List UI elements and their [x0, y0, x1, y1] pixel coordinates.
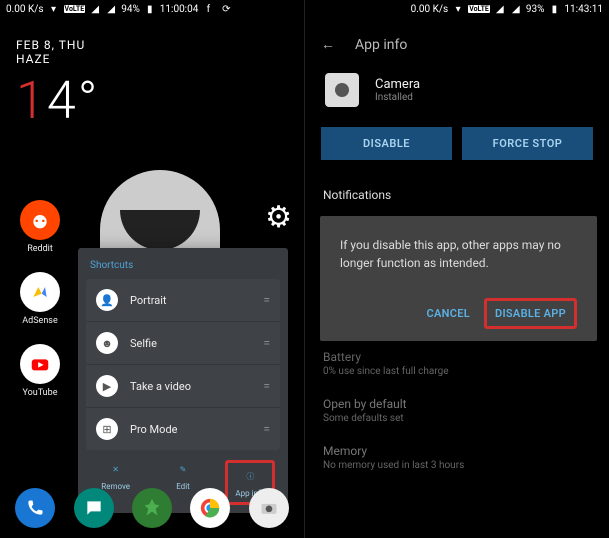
app-header: Camera Installed: [305, 57, 609, 127]
action-buttons: DISABLE FORCE STOP: [305, 127, 609, 178]
battery-percent: 94%: [121, 4, 140, 15]
date-line2: HAZE: [16, 52, 288, 66]
clock: 11:43:11: [564, 4, 603, 15]
disable-app-button[interactable]: DISABLE APP: [484, 298, 577, 329]
app-youtube[interactable]: YouTube: [20, 344, 60, 398]
force-stop-button[interactable]: FORCE STOP: [462, 127, 593, 160]
signal-icon: ◢: [89, 3, 101, 15]
pencil-icon: ✎: [174, 460, 192, 478]
network-speed: 0.00 K/s: [411, 4, 449, 15]
person-icon: 👤: [96, 289, 118, 311]
battery-icon: ▮: [548, 3, 560, 15]
face-icon: ☻: [96, 332, 118, 354]
drag-handle-icon[interactable]: =: [263, 422, 270, 436]
date-widget[interactable]: FEB 8, THU HAZE: [0, 18, 304, 70]
shortcut-list: 👤 Portrait = ☻ Selfie = ▶ Take a video =…: [86, 279, 280, 450]
drag-handle-icon[interactable]: =: [263, 379, 270, 393]
shortcuts-popup: Shortcuts 👤 Portrait = ☻ Selfie = ▶ Take…: [78, 248, 288, 513]
section-notifications[interactable]: Notifications: [305, 178, 609, 212]
volte-badge: VoLTE: [468, 5, 490, 13]
app-reddit[interactable]: Reddit: [20, 200, 60, 254]
grid-icon: ⊞: [96, 418, 118, 440]
wifi-icon: ▾: [48, 3, 60, 15]
app-label: AdSense: [22, 316, 57, 326]
section-open-by-default[interactable]: Open by defaultSome defaults set: [305, 387, 609, 434]
camera-app-icon[interactable]: [249, 488, 289, 528]
home-apps: Reddit AdSense YouTube: [10, 200, 70, 398]
date-line1: FEB 8, THU: [16, 38, 288, 52]
status-bar: 0.00 K/s ▾ VoLTE ◢ ◢ 93% ▮ 11:43:11: [305, 0, 609, 18]
disable-button[interactable]: DISABLE: [321, 127, 452, 160]
shortcut-portrait[interactable]: 👤 Portrait =: [86, 279, 280, 321]
video-icon: ▶: [96, 375, 118, 397]
battery-percent: 93%: [526, 4, 545, 15]
signal-icon-2: ◢: [510, 3, 522, 15]
leaf-app-icon[interactable]: [132, 488, 172, 528]
temperature-widget[interactable]: 14°: [0, 70, 304, 141]
facebook-icon: f: [202, 3, 214, 15]
app-label: YouTube: [23, 388, 58, 398]
header-bar: ← App info: [305, 18, 609, 57]
confirm-dialog: If you disable this app, other apps may …: [320, 216, 597, 341]
phone-app-icon[interactable]: [15, 488, 55, 528]
chrome-app-icon[interactable]: [190, 488, 230, 528]
section-battery[interactable]: Battery0% use since last full charge: [305, 340, 609, 387]
drag-handle-icon[interactable]: =: [263, 336, 270, 350]
page-title: App info: [355, 37, 407, 53]
shortcuts-header: Shortcuts: [78, 256, 288, 279]
reddit-icon: [20, 200, 60, 240]
refresh-icon: ⟳: [220, 3, 232, 15]
messages-app-icon[interactable]: [74, 488, 114, 528]
youtube-icon: [20, 344, 60, 384]
shortcut-label: Portrait: [130, 294, 167, 307]
phone-left: 0.00 K/s ▾ VoLTE ◢ ◢ 94% ▮ 11:00:04 f ⟳ …: [0, 0, 304, 538]
app-name: Camera: [375, 77, 420, 92]
camera-icon: [325, 73, 359, 107]
app-label: Reddit: [27, 244, 53, 254]
drag-handle-icon[interactable]: =: [263, 293, 270, 307]
back-arrow-icon[interactable]: ←: [321, 36, 335, 53]
phone-right: 0.00 K/s ▾ VoLTE ◢ ◢ 93% ▮ 11:43:11 ← Ap…: [304, 0, 609, 538]
shortcut-label: Selfie: [130, 337, 157, 350]
battery-icon: ▮: [144, 3, 156, 15]
signal-icon: ◢: [494, 3, 506, 15]
dock: [0, 482, 304, 534]
signal-icon-2: ◢: [105, 3, 117, 15]
dialog-actions: CANCEL DISABLE APP: [340, 298, 577, 329]
cancel-button[interactable]: CANCEL: [419, 301, 478, 326]
volte-badge: VoLTE: [64, 5, 86, 13]
network-speed: 0.00 K/s: [6, 4, 44, 15]
shortcut-promode[interactable]: ⊞ Pro Mode =: [86, 407, 280, 450]
close-icon: ✕: [107, 460, 125, 478]
clock: 11:00:04: [160, 4, 199, 15]
app-status: Installed: [375, 92, 420, 103]
status-bar: 0.00 K/s ▾ VoLTE ◢ ◢ 94% ▮ 11:00:04 f ⟳: [0, 0, 304, 18]
temp-digit-1: 1: [16, 70, 47, 131]
wifi-icon: ▾: [452, 3, 464, 15]
shortcut-label: Pro Mode: [130, 423, 177, 436]
shortcut-label: Take a video: [130, 380, 191, 393]
settings-icon[interactable]: ⚙: [265, 200, 292, 235]
section-memory[interactable]: MemoryNo memory used in last 3 hours: [305, 434, 609, 481]
shortcut-video[interactable]: ▶ Take a video =: [86, 364, 280, 407]
temp-degree: °: [78, 70, 100, 131]
dialog-message: If you disable this app, other apps may …: [340, 236, 577, 272]
app-adsense[interactable]: AdSense: [20, 272, 60, 326]
temp-digit-2: 4: [47, 70, 78, 131]
shortcut-selfie[interactable]: ☻ Selfie =: [86, 321, 280, 364]
adsense-icon: [20, 272, 60, 312]
